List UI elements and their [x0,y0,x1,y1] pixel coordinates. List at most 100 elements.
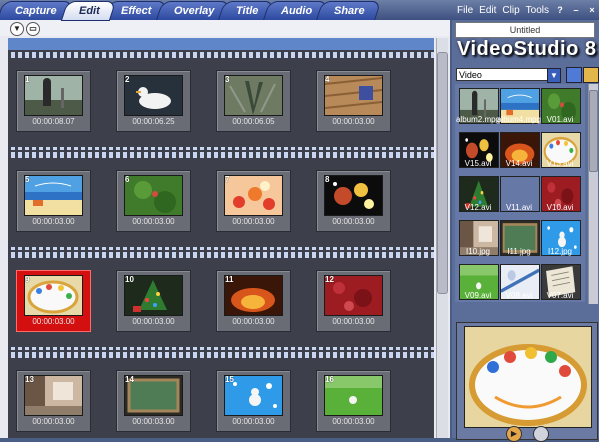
library-item-label: V12.avi [464,203,492,212]
statue-thumbnail [24,75,83,116]
clip-duration: 00:00:06.05 [232,117,275,126]
folder-icon[interactable] [583,67,599,83]
clip-number: 14 [125,375,134,384]
storyboard-clip[interactable]: 14 00:00:03.00 [116,370,191,432]
storyboard-clip[interactable]: 15 00:00:03.00 [216,370,291,432]
close-button[interactable]: × [587,5,597,15]
library-item-label: V13.avi [546,159,574,168]
storyboard-clip[interactable]: 11 00:00:03.00 [216,270,291,332]
clip-number: 1 [25,75,30,84]
storyboard-clip[interactable]: 3 00:00:06.05 [216,70,291,132]
clip-duration: 00:00:03.00 [32,317,75,326]
clip-number: 12 [325,275,334,284]
clip-duration: 00:00:03.00 [32,217,75,226]
minimize-button[interactable]: – [571,5,581,15]
storyboard-clip[interactable]: 5 00:00:03.00 [16,170,91,232]
library-category-select[interactable]: Video [456,68,559,81]
stop-button[interactable] [533,426,549,442]
clip-duration: 00:00:03.00 [332,117,375,126]
clip-number: 10 [125,275,134,284]
flowers-thumbnail [224,175,283,216]
chevron-down-icon[interactable]: ▼ [547,68,561,83]
tab-label: Title [236,5,259,17]
library-item-label: V09.avi [464,291,492,300]
clip-duration: 00:00:03.00 [232,317,275,326]
brand-logo: VideoStudio 8 [457,38,597,60]
storyboard-clip[interactable]: 16 00:00:03.00 [316,370,391,432]
clip-duration: 00:00:08.07 [32,117,75,126]
clip-duration: 00:00:03.00 [332,317,375,326]
library-item-label: V14.avi [505,159,533,168]
project-title: Untitled [455,22,595,38]
import-media-icon[interactable] [566,67,582,83]
library-item-label: V01.avi [546,115,574,124]
help-button[interactable]: ? [555,5,565,15]
green-thumbnail [124,175,183,216]
clip-number: 15 [225,375,234,384]
storyboard-clip[interactable]: 8 00:00:03.00 [316,170,391,232]
library-item-label: album2.mpg [455,115,501,124]
sparkle-thumbnail [324,175,383,216]
clip-duration: 00:00:03.00 [132,217,175,226]
storyboard-clip[interactable]: 6 00:00:03.00 [116,170,191,232]
clip-duration: 00:00:06.25 [132,117,175,126]
clip-number: 7 [225,175,230,184]
storyboard-scroll-thumb[interactable] [437,52,448,294]
storyboard-clip[interactable]: 2 00:00:06.25 [116,70,191,132]
menu-file[interactable]: File [457,5,473,16]
tab-label: Effect [121,5,152,17]
film-perforation [8,52,434,58]
library-item-label: I12.jpg [547,247,573,256]
film-perforation [8,352,434,358]
tab-label: Audio [280,5,312,17]
storyboard-clip[interactable]: 7 00:00:03.00 [216,170,291,232]
tab-label: Overlay [173,5,215,17]
library-scroll-thumb[interactable] [589,90,598,172]
clip-number: 4 [325,75,330,84]
collapse-icon[interactable]: ▼ [10,22,24,36]
menu-bar: File Edit Clip Tools ? – × [457,2,597,18]
film-perforation [8,152,434,158]
clip-number: 2 [125,75,130,84]
library-item-label: V08.avi [505,291,533,300]
tab-label: Share [333,5,365,17]
storyboard-clip[interactable]: 9 00:00:03.00 [16,270,91,332]
storyboard-grid: 1 00:00:08.07 2 00:00:06.25 3 00:00:06.05 4 00:… [8,38,434,438]
cake-thumbnail [24,275,83,316]
clip-number: 9 [25,275,30,284]
play-button[interactable]: ▶ [506,426,522,442]
tab-share[interactable]: Share [315,1,381,21]
library-item-label: V07.avi [546,291,574,300]
menu-clip[interactable]: Clip [502,5,519,16]
menu-edit[interactable]: Edit [479,5,496,16]
storyboard-clip[interactable]: 13 00:00:03.00 [16,370,91,432]
clip-number: 3 [225,75,230,84]
clip-duration: 00:00:03.00 [232,217,275,226]
library-item-label: I11.jpg [507,247,531,256]
peacock-thumbnail [224,75,283,116]
folder-icon[interactable]: ▭ [26,22,40,36]
clip-number: 6 [125,175,130,184]
menu-tools[interactable]: Tools [526,5,549,16]
tab-edit[interactable]: Edit [60,1,116,21]
storyboard-clip[interactable]: 4 00:00:03.00 [316,70,391,132]
beach-thumbnail [24,175,83,216]
storyboard-clip[interactable]: 1 00:00:08.07 [16,70,91,132]
clip-number: 8 [325,175,330,184]
library-item-label: I10.jpg [465,247,491,256]
clip-duration: 00:00:03.00 [232,417,275,426]
clip-number: 16 [325,375,334,384]
storyboard-clip[interactable]: 12 00:00:03.00 [316,270,391,332]
clip-number: 11 [225,275,234,284]
clip-duration: 00:00:03.00 [332,217,375,226]
storyboard-clip[interactable]: 10 00:00:03.00 [116,270,191,332]
library-item-label: V11.avi [505,203,533,212]
library-item-label: album4.mpg [496,115,542,124]
clip-number: 5 [25,175,30,184]
duck-thumbnail [124,75,183,116]
tab-label: Edit [78,5,100,17]
clip-duration: 00:00:03.00 [32,417,75,426]
tab-label: Capture [15,5,57,17]
film-perforation [8,252,434,258]
clip-number: 13 [25,375,34,384]
